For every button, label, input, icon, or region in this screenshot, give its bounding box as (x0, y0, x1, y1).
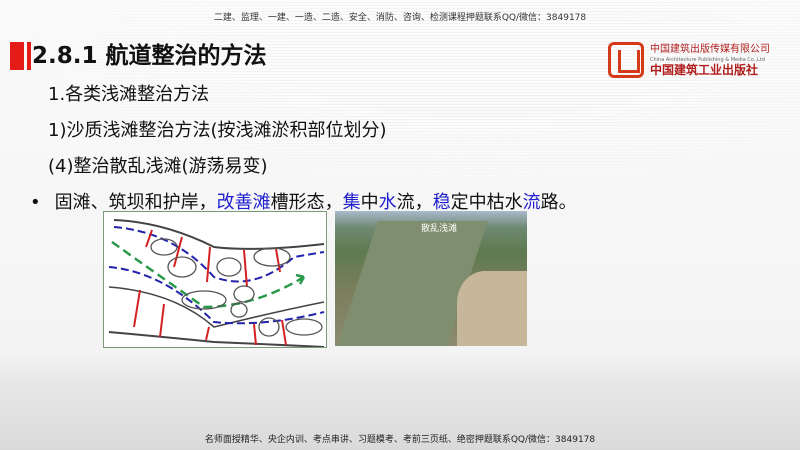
river-aerial-photo: 散乱浅滩 (335, 211, 527, 346)
heading-level1: 1.各类浅滩整治方法 (48, 84, 210, 105)
heading-level3: (4)整治散乱浅滩(游荡易变) (48, 156, 268, 177)
highlighted-text: 流 (522, 192, 541, 213)
bullet-text: 中 (360, 192, 379, 213)
highlighted-text: 集 (342, 192, 361, 213)
heading-level2: 1)沙质浅滩整治方法(按浅滩淤积部位划分) (48, 120, 387, 141)
logo-cn2: 中国建筑工业出版社 (650, 63, 759, 77)
slide: 二建、监理、一建、一造、二造、安全、消防、咨询、检测课程押题联系QQ/微信：38… (0, 0, 800, 450)
bullet-marker: • (30, 192, 41, 213)
publisher-logo: 中国建筑出版传媒有限公司 China Architecture Publishi… (608, 42, 770, 78)
title-accent-bar (10, 42, 24, 70)
highlighted-text: 稳 (432, 192, 451, 213)
bullet-text: 固滩、筑坝和护岸， (54, 192, 217, 213)
slide-title: 2.8.1 航道整治的方法 (32, 43, 267, 69)
footer-note: 名师面授精华、央企内训、考点串讲、习题模考、考前三页纸、绝密押题联系QQ/微信：… (204, 435, 596, 445)
sandbar (457, 271, 527, 346)
river-regulation-diagram (103, 211, 327, 348)
publisher-logo-icon (608, 42, 644, 78)
highlighted-text: 改善滩 (216, 192, 271, 213)
photo-label: 散乱浅滩 (421, 224, 458, 234)
bullet-text: 路。 (540, 192, 577, 213)
bullet-text: 定中枯水 (450, 192, 523, 213)
title-accent-bar-thin (27, 42, 31, 70)
bullet-text: 槽形态， (270, 192, 343, 213)
logo-cn: 中国建筑出版传媒有限公司 (650, 44, 770, 55)
bullet-text: 流， (396, 192, 433, 213)
header-note: 二建、监理、一建、一造、二造、安全、消防、咨询、检测课程押题联系QQ/微信：38… (213, 13, 587, 23)
highlighted-text: 水 (378, 192, 397, 213)
